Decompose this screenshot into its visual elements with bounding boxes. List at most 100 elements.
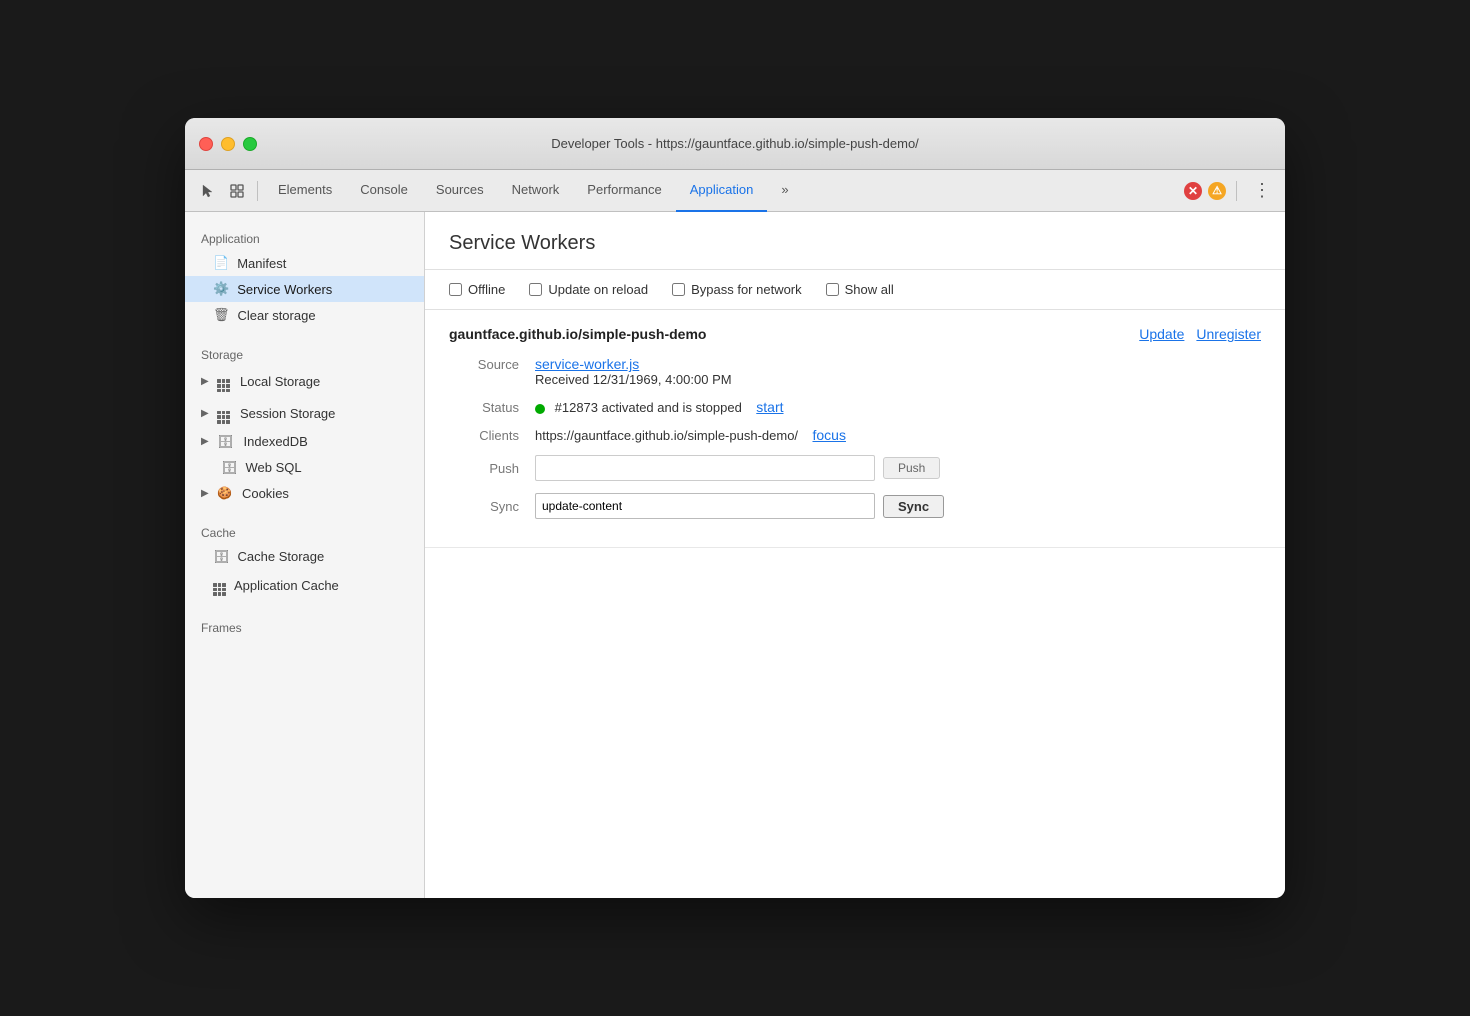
manifest-icon: 📄 (213, 255, 229, 271)
frames-section-label: Frames (185, 611, 424, 639)
update-on-reload-option[interactable]: Update on reload (529, 282, 648, 297)
sidebar-item-manifest[interactable]: 📄 Manifest (185, 250, 424, 276)
devtools-window: Developer Tools - https://gauntface.gith… (185, 118, 1285, 898)
more-options-button[interactable]: ⋮ (1247, 180, 1277, 201)
show-all-label: Show all (845, 282, 894, 297)
start-link[interactable]: start (756, 399, 783, 415)
sidebar-item-websql[interactable]: 🗄 Web SQL (185, 455, 424, 481)
inspect-icon-btn[interactable] (223, 177, 251, 205)
received-text: Received 12/31/1969, 4:00:00 PM (535, 372, 732, 387)
clear-storage-label: Clear storage (238, 308, 316, 323)
warning-badge: ⚠ (1208, 182, 1226, 200)
clients-value: https://gauntface.github.io/simple-push-… (535, 427, 1261, 443)
tab-more[interactable]: » (767, 170, 802, 212)
sidebar-item-cache-storage[interactable]: 🗄 Cache Storage (185, 544, 424, 570)
app-cache-icon (213, 575, 226, 596)
sidebar-item-app-cache[interactable]: Application Cache (185, 570, 424, 601)
tab-network[interactable]: Network (498, 170, 574, 212)
source-label: Source (449, 356, 519, 372)
push-row: Push Push (449, 455, 1261, 481)
toolbar-right: ✕ ⚠ ⋮ (1184, 180, 1277, 201)
cursor-icon-btn[interactable] (193, 177, 221, 205)
show-all-checkbox[interactable] (826, 283, 839, 296)
source-link[interactable]: service-worker.js (535, 356, 639, 372)
clients-row: Clients https://gauntface.github.io/simp… (449, 427, 1261, 443)
cache-section-label: Cache (185, 516, 424, 544)
toolbar: Elements Console Sources Network Perform… (185, 170, 1285, 212)
status-row: Status #12873 activated and is stopped s… (449, 399, 1261, 415)
sw-entry: gauntface.github.io/simple-push-demo Upd… (425, 310, 1285, 548)
tab-sources[interactable]: Sources (422, 170, 498, 212)
app-section-label: Application (185, 222, 424, 250)
show-all-option[interactable]: Show all (826, 282, 894, 297)
clients-url: https://gauntface.github.io/simple-push-… (535, 428, 798, 443)
sync-input[interactable] (535, 493, 875, 519)
panel-title: Service Workers (425, 212, 1285, 270)
sidebar-item-session-storage[interactable]: ▶ Session Storage (185, 397, 424, 428)
status-text: #12873 activated and is stopped (555, 400, 742, 415)
sw-actions: Update Unregister (1139, 326, 1261, 342)
unregister-link[interactable]: Unregister (1196, 326, 1261, 342)
error-badge: ✕ (1184, 182, 1202, 200)
sidebar-item-cookies[interactable]: ▶ 🍪 Cookies (185, 481, 424, 506)
update-link[interactable]: Update (1139, 326, 1184, 342)
cache-storage-icon: 🗄 (213, 549, 230, 565)
close-button[interactable] (199, 137, 213, 151)
sidebar-item-local-storage[interactable]: ▶ Local Storage (185, 366, 424, 397)
sw-origin: gauntface.github.io/simple-push-demo (449, 326, 706, 342)
right-panel: Service Workers Offline Update on reload… (425, 212, 1285, 898)
tab-console[interactable]: Console (346, 170, 422, 212)
source-value: service-worker.js Received 12/31/1969, 4… (535, 356, 1261, 387)
focus-link[interactable]: focus (813, 427, 846, 443)
tab-performance[interactable]: Performance (573, 170, 675, 212)
session-storage-label: Session Storage (240, 406, 335, 421)
storage-section-label: Storage (185, 338, 424, 366)
status-dot (535, 404, 545, 414)
push-button[interactable]: Push (883, 457, 940, 479)
service-workers-icon: ⚙️ (213, 281, 229, 297)
update-on-reload-checkbox[interactable] (529, 283, 542, 296)
tab-application[interactable]: Application (676, 170, 768, 212)
websql-label: Web SQL (246, 460, 302, 475)
session-storage-icon (217, 402, 230, 423)
local-storage-icon (217, 371, 230, 392)
status-value: #12873 activated and is stopped start (535, 399, 1261, 415)
source-row: Source service-worker.js Received 12/31/… (449, 356, 1261, 387)
offline-option[interactable]: Offline (449, 282, 505, 297)
sidebar-item-clear-storage[interactable]: 🗑 Clear storage (185, 302, 424, 328)
traffic-lights (199, 137, 257, 151)
update-on-reload-label: Update on reload (548, 282, 648, 297)
sync-row: Sync Sync (449, 493, 1261, 519)
sidebar-item-indexeddb[interactable]: ▶ 🗄 IndexedDB (185, 429, 424, 455)
push-input[interactable] (535, 455, 875, 481)
indexeddb-label: IndexedDB (244, 434, 308, 449)
clients-label: Clients (449, 427, 519, 443)
toolbar-divider (257, 181, 258, 201)
tab-elements[interactable]: Elements (264, 170, 346, 212)
expand-arrow-local-storage: ▶ (201, 376, 211, 387)
minimize-button[interactable] (221, 137, 235, 151)
offline-label: Offline (468, 282, 505, 297)
bypass-for-network-option[interactable]: Bypass for network (672, 282, 802, 297)
offline-checkbox[interactable] (449, 283, 462, 296)
sw-entry-header: gauntface.github.io/simple-push-demo Upd… (449, 326, 1261, 342)
push-label: Push (449, 461, 519, 476)
titlebar: Developer Tools - https://gauntface.gith… (185, 118, 1285, 170)
expand-arrow-session-storage: ▶ (201, 408, 211, 419)
app-cache-label: Application Cache (234, 578, 339, 593)
manifest-label: Manifest (237, 256, 286, 271)
sidebar: Application 📄 Manifest ⚙️ Service Worker… (185, 212, 425, 898)
websql-icon: 🗄 (221, 460, 238, 476)
local-storage-label: Local Storage (240, 374, 320, 389)
cookies-icon: 🍪 (217, 486, 232, 500)
maximize-button[interactable] (243, 137, 257, 151)
sync-label: Sync (449, 499, 519, 514)
toolbar-right-divider (1236, 181, 1237, 201)
bypass-for-network-checkbox[interactable] (672, 283, 685, 296)
nav-tabs: Elements Console Sources Network Perform… (264, 170, 1182, 212)
status-label: Status (449, 399, 519, 415)
sync-button[interactable]: Sync (883, 495, 944, 518)
sidebar-item-service-workers[interactable]: ⚙️ Service Workers (185, 276, 424, 302)
clear-storage-icon: 🗑 (213, 307, 230, 323)
main-content: Application 📄 Manifest ⚙️ Service Worker… (185, 212, 1285, 898)
